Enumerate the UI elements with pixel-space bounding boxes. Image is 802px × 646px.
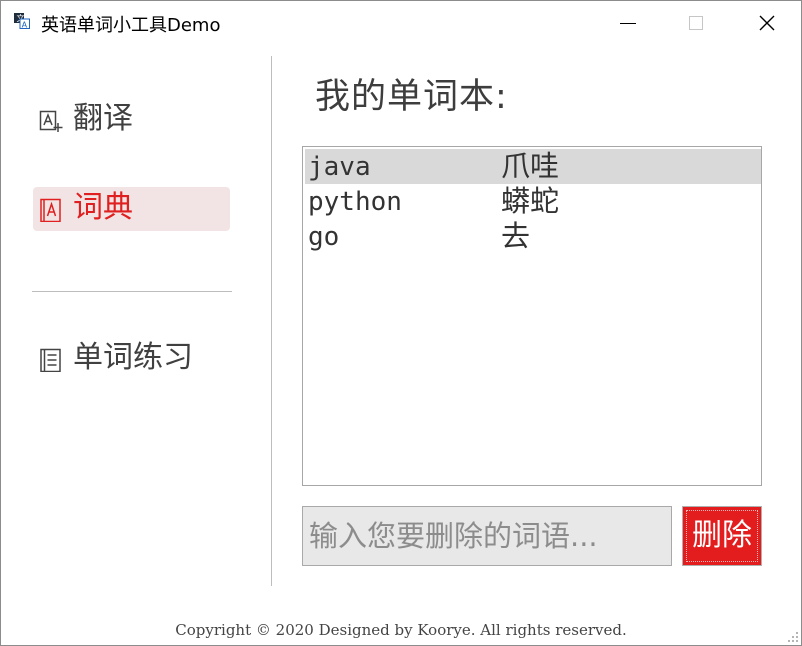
word-english: java	[308, 152, 371, 182]
sidebar-item-dictionary[interactable]: 词典	[33, 187, 230, 231]
list-item[interactable]: java 爪哇	[305, 149, 761, 184]
translate-icon	[39, 110, 63, 132]
delete-button[interactable]: 删除	[682, 506, 762, 566]
title-bar[interactable]: 文 A 英语单词小工具Demo	[1, 1, 801, 45]
close-button[interactable]	[744, 1, 790, 45]
word-chinese: 去	[501, 219, 531, 253]
close-icon	[759, 15, 775, 31]
dictionary-icon	[40, 198, 61, 222]
sidebar-item-translate[interactable]: 翻译	[33, 98, 230, 142]
resize-grip-icon[interactable]	[787, 631, 799, 643]
svg-text:A: A	[22, 20, 28, 29]
app-translate-icon: 文 A	[14, 13, 30, 29]
word-english: go	[308, 222, 340, 252]
sidebar-item-label: 单词练习	[73, 340, 193, 375]
list-item[interactable]: go 去	[305, 219, 761, 254]
maximize-button[interactable]	[673, 1, 719, 45]
minimize-button[interactable]	[605, 1, 651, 45]
delete-word-input[interactable]	[302, 506, 672, 566]
vertical-separator	[271, 56, 272, 586]
list-item[interactable]: python 蟒蛇	[305, 184, 761, 219]
window-title: 英语单词小工具Demo	[41, 15, 221, 36]
minimize-icon	[620, 22, 636, 24]
word-chinese: 蟒蛇	[501, 184, 560, 218]
maximize-icon	[689, 16, 703, 30]
sidebar-item-practice[interactable]: 单词练习	[33, 337, 230, 381]
word-chinese: 爪哇	[501, 149, 560, 183]
delete-button-label: 删除	[686, 510, 758, 562]
sidebar-divider	[32, 291, 232, 292]
word-list[interactable]: java 爪哇 python 蟒蛇 go 去	[302, 146, 762, 486]
app-window: 文 A 英语单词小工具Demo 翻译 词典	[0, 0, 802, 646]
footer-copyright: Copyright © 2020 Designed by Koorye. All…	[175, 621, 627, 639]
page-title: 我的单词本:	[315, 77, 508, 117]
notebook-icon	[40, 348, 61, 372]
word-english: python	[308, 187, 402, 217]
sidebar-item-label: 词典	[73, 190, 133, 225]
sidebar-item-label: 翻译	[73, 101, 133, 136]
